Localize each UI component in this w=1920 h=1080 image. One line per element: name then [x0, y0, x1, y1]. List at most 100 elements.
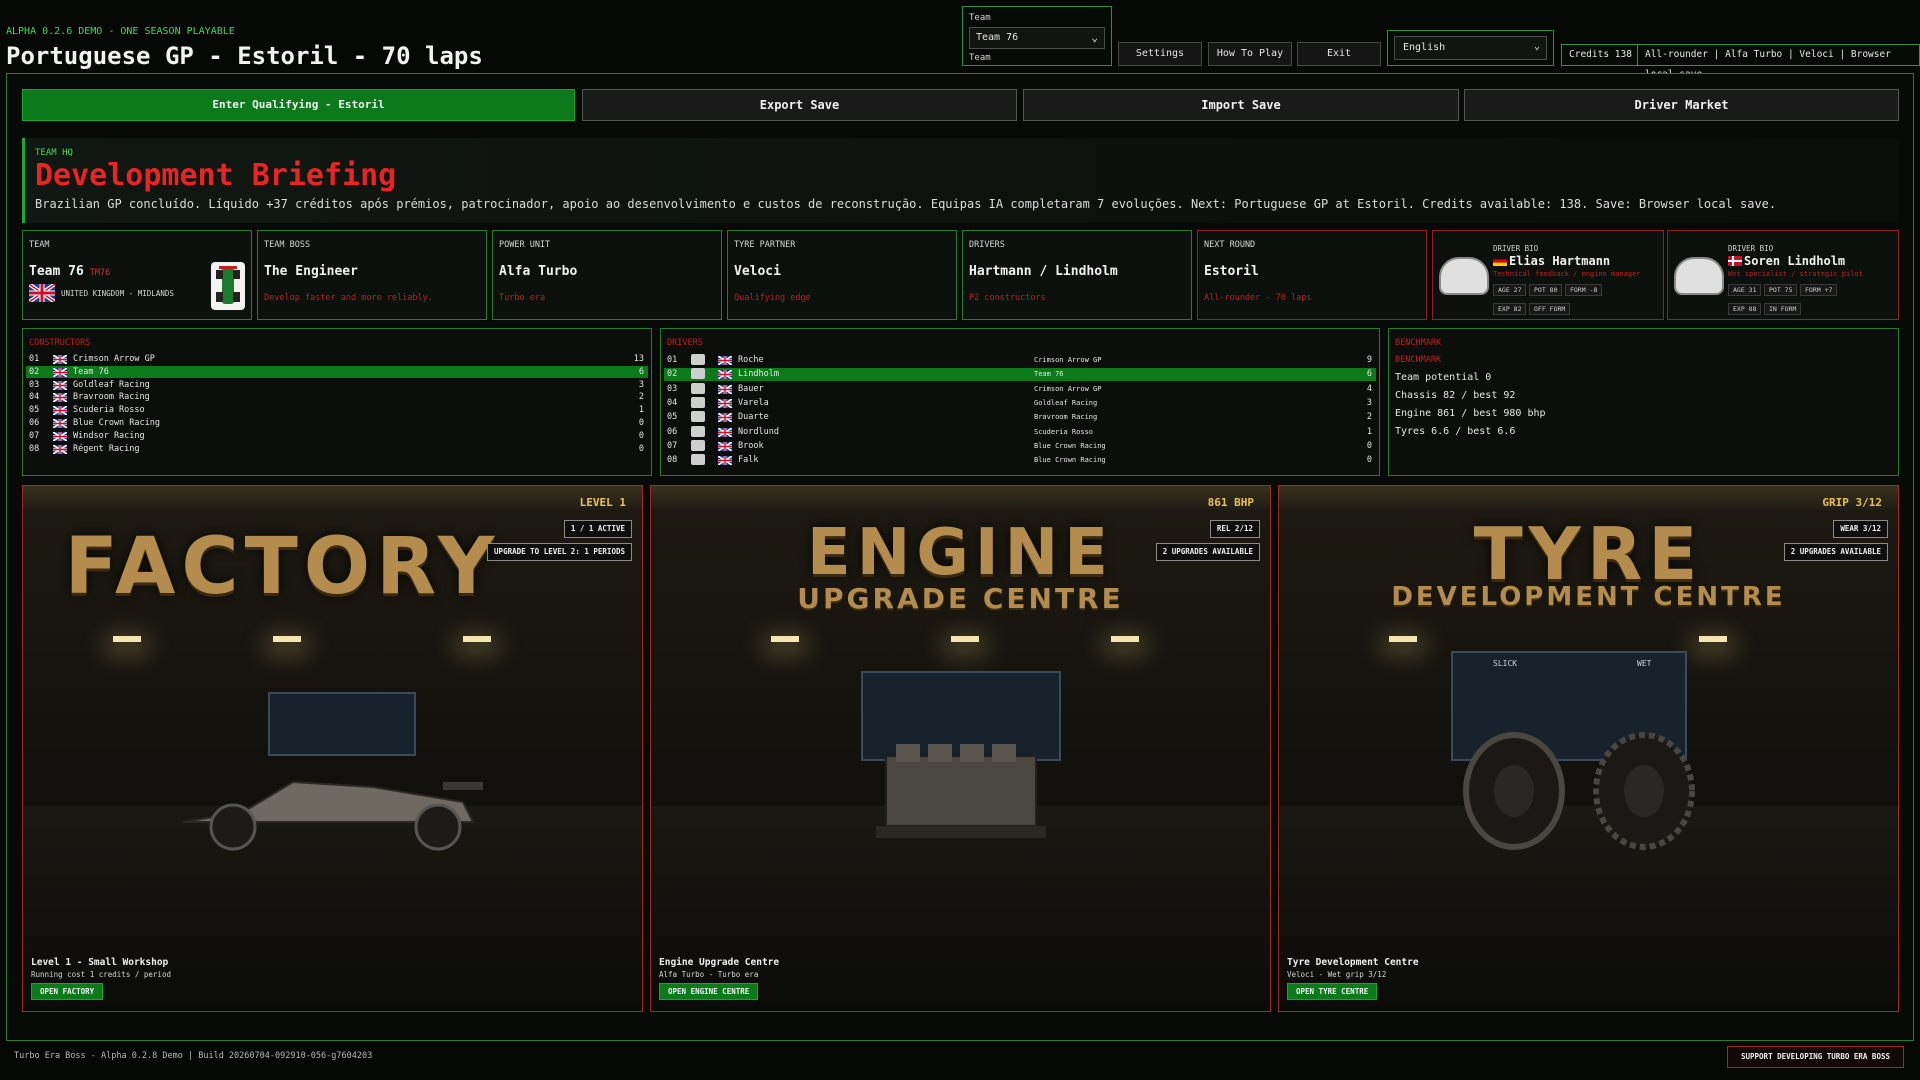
stat-chip: EXP 88: [1728, 303, 1762, 315]
driver-team: Goldleaf Racing: [1034, 398, 1098, 407]
points: 3: [638, 379, 644, 390]
driver-team: Crimson Arrow GP: [1034, 356, 1102, 364]
card-value: Estoril: [1204, 264, 1259, 279]
page-title: Portuguese GP - Estoril - 70 laps: [6, 42, 483, 70]
support-button[interactable]: SUPPORT DEVELOPING TURBO ERA BOSS: [1727, 1046, 1904, 1068]
exit-button[interactable]: Exit: [1297, 42, 1381, 66]
driver-team: Blue Crown Racing: [1034, 441, 1106, 450]
benchmark-panel: BENCHMARK BENCHMARK Team potential 0 Cha…: [1388, 328, 1899, 476]
engine-caption: Engine Upgrade Centre: [659, 957, 780, 968]
flag-icon: [718, 441, 732, 451]
export-save-button[interactable]: Export Save: [582, 89, 1017, 121]
driver-name: Varela: [738, 397, 769, 408]
position: 06: [29, 418, 40, 428]
language-select[interactable]: English ⌄: [1394, 36, 1547, 60]
next-round-card: NEXT ROUND Estoril All-rounder - 70 laps: [1197, 230, 1427, 320]
flag-icon: [718, 356, 732, 365]
open-factory-button[interactable]: OPEN FACTORY: [31, 983, 104, 1000]
constructors-header: CONSTRUCTORS: [29, 338, 91, 348]
position: 08: [667, 455, 678, 466]
points: 0: [638, 430, 644, 441]
build-info: Turbo Era Boss - Alpha 0.2.8 Demo | Buil…: [14, 1051, 373, 1061]
factory-sign: FACTORY: [64, 522, 501, 612]
flag-icon: [718, 384, 732, 394]
driver-row: 08 Falk Blue Crown Racing 0: [664, 454, 1376, 467]
ceiling-lamp: [463, 636, 491, 642]
position: 01: [29, 354, 40, 364]
driver-row: 03 Bauer Crimson Arrow GP 4: [664, 382, 1376, 396]
stat-chip: IN FORM: [1764, 303, 1802, 315]
ceiling-lamp: [273, 636, 301, 642]
driver-bio-lindholm[interactable]: DRIVER BIO Soren Lindholm Wet specialist…: [1667, 230, 1899, 320]
bio-key: DRIVER BIO: [1493, 244, 1539, 253]
position: 03: [667, 383, 678, 394]
driver-name: Lindholm: [738, 369, 779, 380]
points: 1: [638, 405, 644, 416]
driver-avatar: [691, 439, 705, 451]
wet-label: WET: [1637, 659, 1652, 668]
driver-name: Soren Lindholm: [1744, 254, 1846, 268]
how-to-play-button[interactable]: How To Play: [1208, 42, 1292, 66]
ceiling-lamp: [1111, 636, 1139, 642]
language-panel: English ⌄: [1387, 30, 1554, 66]
team-card: TEAM Team 76 TM76 UNITED KINGDOM - MIDLAN…: [22, 230, 252, 320]
race-car-icon: [182, 780, 483, 851]
position: 02: [29, 366, 40, 377]
flag-icon: [53, 367, 67, 377]
driver-name: Bauer: [738, 383, 764, 394]
driver-bio-hartmann[interactable]: DRIVER BIO Elias Hartmann Technical feed…: [1432, 230, 1664, 320]
benchmark-line: Chassis 82 / best 92: [1395, 390, 1516, 401]
engine-upgrades-badge: 2 UPGRADES AVAILABLE: [1155, 543, 1260, 561]
constructor-row: 08 Régent Racing 0: [26, 443, 648, 456]
open-engine-centre-button[interactable]: OPEN ENGINE CENTRE: [659, 983, 759, 1000]
enter-qualifying-button[interactable]: Enter Qualifying - Estoril: [22, 89, 575, 121]
chevron-down-icon: ⌄: [1091, 31, 1098, 44]
team-select[interactable]: Team 76 ⌄: [969, 27, 1105, 49]
team-name: Team 76: [29, 264, 84, 279]
position: 06: [667, 426, 678, 437]
driver-row: 05 Duarte Bravroom Racing 2: [664, 411, 1376, 424]
stat-chip: FORM +7: [1800, 284, 1838, 296]
driver-market-button[interactable]: Driver Market: [1464, 89, 1899, 121]
card-key: TEAM: [29, 240, 50, 250]
card-value: Veloci: [734, 264, 781, 279]
tyre-caption: Tyre Development Centre: [1287, 957, 1419, 968]
points: 1: [1366, 426, 1372, 437]
driver-avatar: [691, 454, 705, 466]
driver-avatar: [691, 396, 705, 408]
settings-button[interactable]: Settings: [1118, 42, 1202, 66]
benchmark-subheader: BENCHMARK: [1395, 355, 1442, 365]
panel-strip: [651, 486, 1270, 510]
tyre-grip: GRIP 3/12: [1822, 496, 1882, 509]
constructor-row: 06 Blue Crown Racing 0: [26, 417, 648, 430]
flag-icon: [718, 413, 732, 423]
card-key: NEXT ROUND: [1204, 240, 1256, 250]
tyre-upgrades-badge: 2 UPGRADES AVAILABLE: [1783, 543, 1888, 561]
tyre-panel[interactable]: GRIP 3/12 TYRE DEVELOPMENT CENTRE WEAR 3…: [1278, 485, 1899, 1012]
ceiling-lamp: [1699, 636, 1727, 642]
driver-avatar: [691, 425, 705, 437]
card-key: TEAM BOSS: [264, 240, 311, 250]
open-tyre-centre-button[interactable]: OPEN TYRE CENTRE: [1287, 983, 1378, 1000]
driver-name: Brook: [738, 440, 764, 451]
team-name: Team 76: [73, 366, 109, 377]
language-value: English: [1403, 42, 1446, 53]
points: 0: [638, 418, 644, 428]
team-boss-card: TEAM BOSS The Engineer Develop faster an…: [257, 230, 487, 320]
team-origin: UNITED KINGDOM - MIDLANDS: [61, 289, 174, 298]
constructor-row: 01 Crimson Arrow GP 13: [26, 353, 648, 366]
team-name: Scuderia Rosso: [73, 405, 145, 416]
factory-caption: Level 1 - Small Workshop: [31, 957, 169, 968]
driver-team: Blue Crown Racing: [1034, 456, 1106, 465]
flag-icon: [53, 380, 67, 390]
factory-panel[interactable]: LEVEL 1 FACTORY 1 / 1 ACTIVE UPGRADE TO …: [22, 485, 643, 1012]
driver-name: Roche: [738, 355, 764, 365]
points: 13: [633, 354, 644, 364]
factory-upgrade-badge: UPGRADE TO LEVEL 2: 1 PERIODS: [487, 543, 632, 561]
factory-running-cost: Running cost 1 credits / period: [31, 970, 171, 979]
stat-chip: POT 75: [1764, 284, 1798, 296]
engine-panel[interactable]: 861 BHP ENGINE UPGRADE CENTRE REL 2/12 2…: [650, 485, 1271, 1012]
benchmark-line: Engine 861 / best 980 bhp: [1395, 408, 1546, 419]
import-save-button[interactable]: Import Save: [1023, 89, 1459, 121]
team-selector-panel: Team Team 76 ⌄ Team: [962, 6, 1112, 66]
